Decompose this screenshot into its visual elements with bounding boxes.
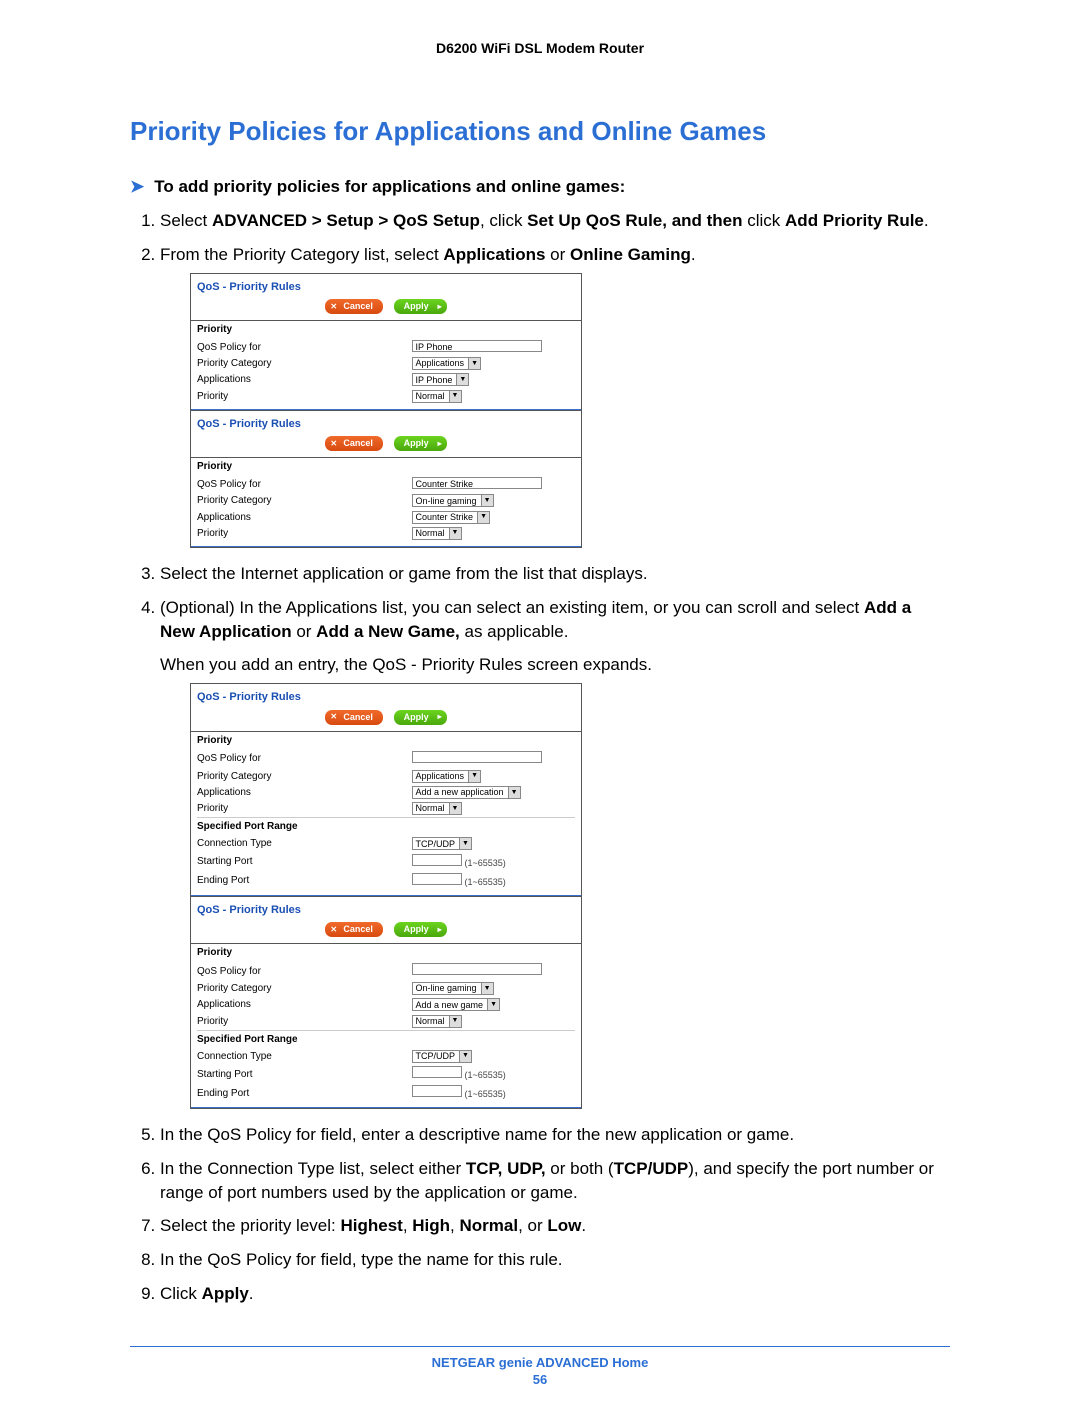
start-port-input[interactable] — [412, 854, 462, 866]
step-1: Select ADVANCED > Setup > QoS Setup, cli… — [160, 209, 950, 233]
priority-section-head: Priority — [191, 320, 581, 339]
step-3: Select the Internet application or game … — [160, 562, 950, 586]
page-number: 56 — [130, 1372, 950, 1387]
footer-text: NETGEAR genie ADVANCED Home — [130, 1355, 950, 1370]
apply-button[interactable]: Apply — [394, 436, 447, 451]
chevron-down-icon: ▼ — [477, 512, 489, 523]
steps-list: Select ADVANCED > Setup > QoS Setup, cli… — [160, 209, 950, 1306]
instruction-lead: ➤ To add priority policies for applicati… — [130, 177, 950, 197]
priority-select[interactable]: Normal▼ — [412, 390, 462, 403]
lead-text: To add priority policies for application… — [154, 177, 625, 197]
conn-type-select[interactable]: TCP/UDP▼ — [412, 1050, 473, 1063]
priority-select[interactable]: Normal▼ — [412, 527, 462, 540]
qos-panel-applications: QoS - Priority Rules Cancel Apply Priori… — [190, 273, 582, 411]
policy-for-input[interactable]: Counter Strike — [412, 477, 542, 489]
panel-title: QoS - Priority Rules — [191, 411, 581, 434]
priority-section-head: Priority — [191, 457, 581, 476]
step-7: Select the priority level: Highest, High… — [160, 1214, 950, 1238]
chevron-down-icon: ▼ — [456, 374, 468, 385]
document-header: D6200 WiFi DSL Modem Router — [130, 40, 950, 56]
step-2: From the Priority Category list, select … — [160, 243, 950, 548]
apply-button[interactable]: Apply — [394, 710, 447, 725]
arrow-icon: ➤ — [130, 177, 144, 197]
qos-panel-gaming: QoS - Priority Rules Cancel Apply Priori… — [190, 411, 582, 548]
category-select[interactable]: On-line gaming▼ — [412, 982, 494, 995]
start-port-input[interactable] — [412, 1066, 462, 1078]
applications-select[interactable]: IP Phone▼ — [412, 373, 470, 386]
chevron-down-icon: ▼ — [481, 983, 493, 994]
chevron-down-icon: ▼ — [468, 358, 480, 369]
chevron-down-icon: ▼ — [481, 495, 493, 506]
footer-rule — [130, 1346, 950, 1347]
step-6: In the Connection Type list, select eith… — [160, 1157, 950, 1205]
priority-select[interactable]: Normal▼ — [412, 802, 462, 815]
apply-button[interactable]: Apply — [394, 299, 447, 314]
qos-panel-add-game: QoS - Priority Rules Cancel Apply Priori… — [190, 897, 582, 1109]
step-5: In the QoS Policy for field, enter a des… — [160, 1123, 950, 1147]
applications-select[interactable]: Add a new game▼ — [412, 998, 501, 1011]
step-4: (Optional) In the Applications list, you… — [160, 596, 950, 1109]
panel-title: QoS - Priority Rules — [191, 684, 581, 707]
panel-title: QoS - Priority Rules — [191, 274, 581, 297]
category-select[interactable]: Applications▼ — [412, 770, 482, 783]
priority-select[interactable]: Normal▼ — [412, 1015, 462, 1028]
chevron-down-icon: ▼ — [508, 787, 520, 798]
panel-title: QoS - Priority Rules — [191, 897, 581, 920]
step-8: In the QoS Policy for field, type the na… — [160, 1248, 950, 1272]
chevron-down-icon: ▼ — [459, 1051, 471, 1062]
chevron-down-icon: ▼ — [459, 838, 471, 849]
apply-button[interactable]: Apply — [394, 922, 447, 937]
policy-for-input[interactable]: IP Phone — [412, 340, 542, 352]
cancel-button[interactable]: Cancel — [325, 710, 383, 725]
end-port-input[interactable] — [412, 1085, 462, 1097]
category-select[interactable]: Applications▼ — [412, 357, 482, 370]
cancel-button[interactable]: Cancel — [325, 299, 383, 314]
chevron-down-icon: ▼ — [449, 1016, 461, 1027]
conn-type-select[interactable]: TCP/UDP▼ — [412, 837, 473, 850]
chevron-down-icon: ▼ — [449, 528, 461, 539]
chevron-down-icon: ▼ — [449, 803, 461, 814]
cancel-button[interactable]: Cancel — [325, 436, 383, 451]
cancel-button[interactable]: Cancel — [325, 922, 383, 937]
applications-select[interactable]: Add a new application▼ — [412, 786, 521, 799]
chevron-down-icon: ▼ — [468, 771, 480, 782]
applications-select[interactable]: Counter Strike▼ — [412, 511, 491, 524]
chevron-down-icon: ▼ — [487, 999, 499, 1010]
category-select[interactable]: On-line gaming▼ — [412, 494, 494, 507]
end-port-input[interactable] — [412, 873, 462, 885]
policy-for-input[interactable] — [412, 963, 542, 975]
step-9: Click Apply. — [160, 1282, 950, 1306]
qos-panel-add-app: QoS - Priority Rules Cancel Apply Priori… — [190, 683, 582, 896]
section-title: Priority Policies for Applications and O… — [130, 116, 950, 147]
policy-for-input[interactable] — [412, 751, 542, 763]
chevron-down-icon: ▼ — [449, 391, 461, 402]
